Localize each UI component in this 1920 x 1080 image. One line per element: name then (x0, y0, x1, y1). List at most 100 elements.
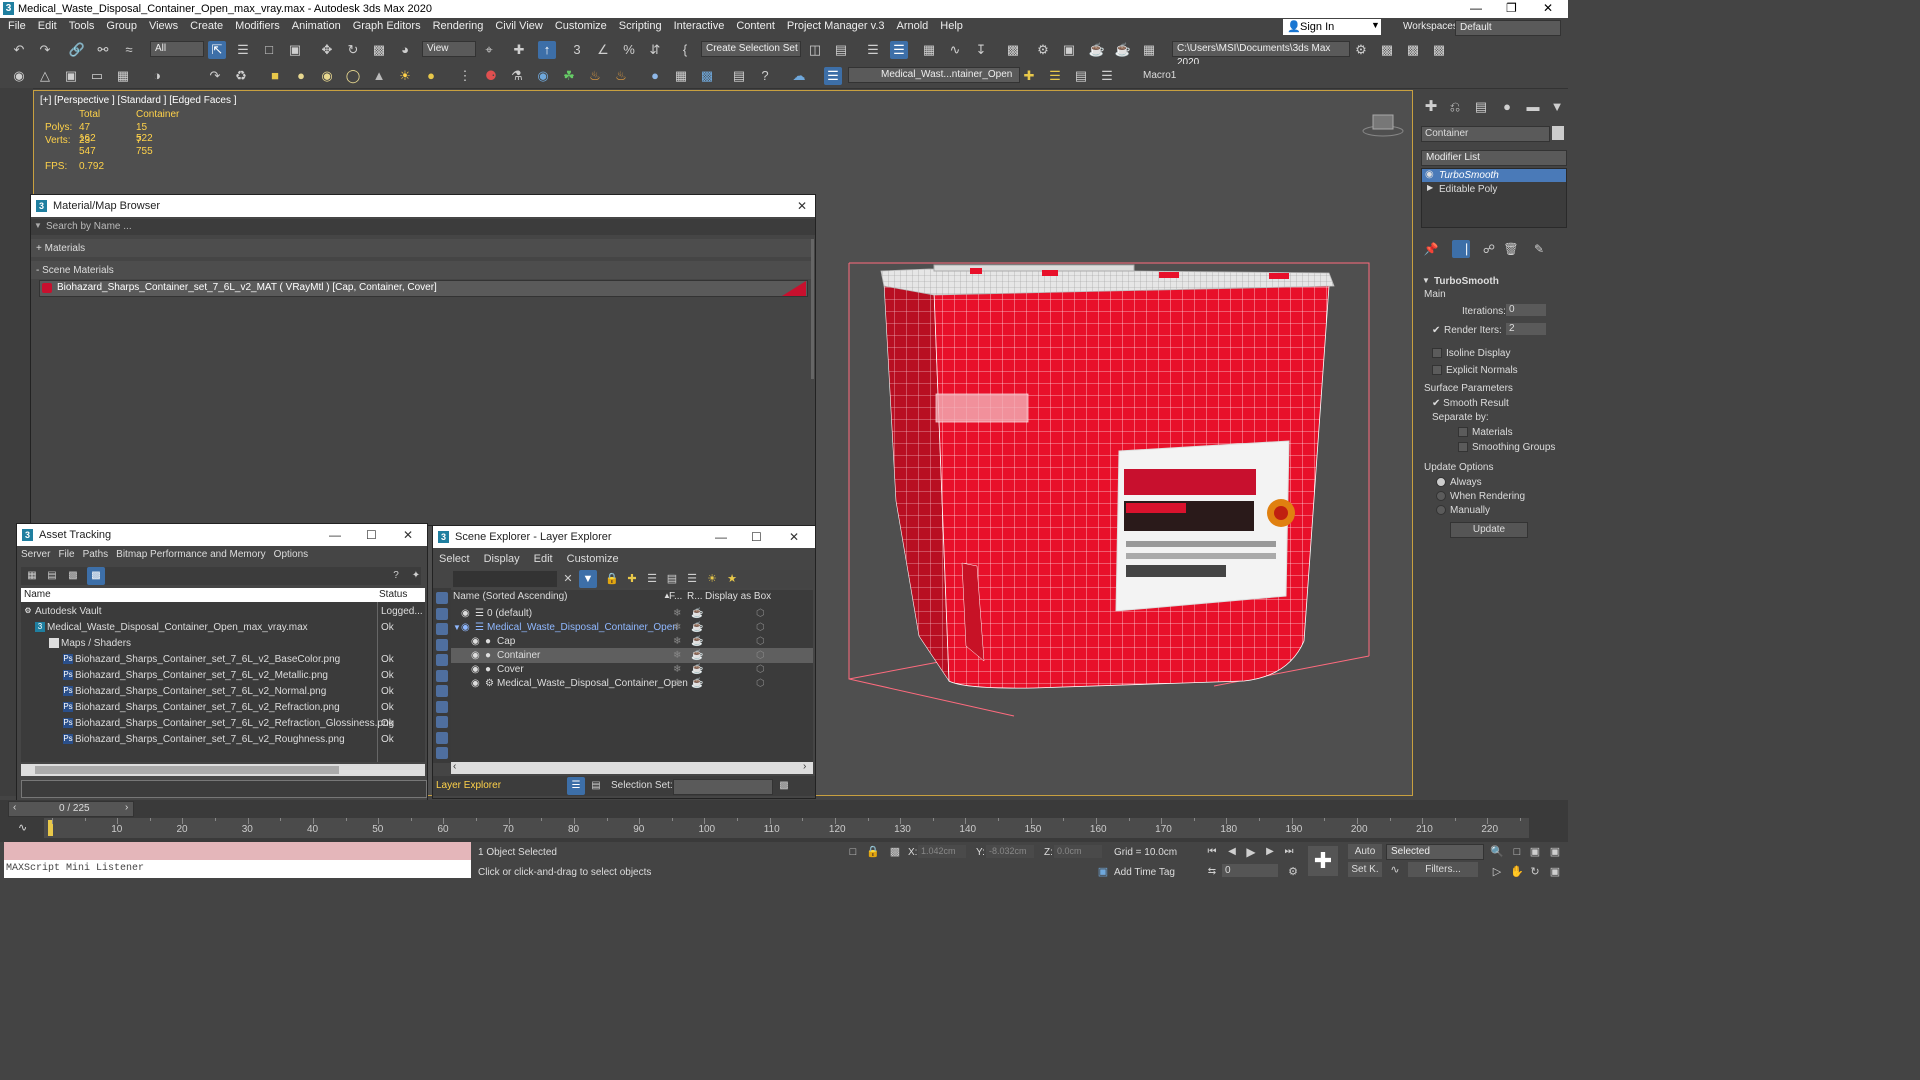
isoline-display-checkbox[interactable]: Isoline Display (1432, 348, 1510, 359)
explorer-mode-label[interactable]: Layer Explorer (436, 780, 501, 791)
render-setup-icon[interactable]: ⚙ (1034, 41, 1052, 59)
rollout-title[interactable]: TurboSmooth (1434, 276, 1499, 287)
material-browser-scrollbar[interactable] (811, 239, 814, 379)
zoom-extents-icon[interactable]: ▣ (1526, 843, 1544, 861)
freeze-icon[interactable]: ❄ (673, 662, 681, 677)
asset-menu-item[interactable]: Options (274, 549, 308, 560)
maximize-icon[interactable]: ☐ (366, 524, 377, 546)
table-row[interactable]: 3 Medical_Waste_Disposal_Container_Open_m… (21, 620, 425, 635)
ribbon-icon[interactable]: ▦ (920, 41, 938, 59)
snaps-toggle-icon[interactable]: 3 (568, 41, 586, 59)
asset-hscrollbar[interactable] (21, 764, 425, 776)
pin-icon[interactable]: ✦ (407, 567, 425, 585)
explorer-menu-item[interactable]: Select (439, 553, 470, 565)
zoom-all-icon[interactable]: □ (1508, 843, 1526, 861)
sun-icon[interactable]: ★ (723, 570, 741, 588)
modifier-stack-item-turbosmooth[interactable]: ◉ TurboSmooth (1422, 169, 1566, 182)
layers-toggle-icon[interactable]: ☰ (824, 67, 842, 85)
object-color-swatch[interactable] (1552, 126, 1564, 140)
modifier-stack-item-editable-poly[interactable]: ▶ Editable Poly (1422, 183, 1566, 196)
refresh-icon[interactable]: ▦ (23, 567, 41, 585)
visibility-icon[interactable]: ◉ (10, 67, 28, 85)
reference-coordinate-dropdown[interactable]: View (422, 41, 476, 57)
maxscript-listener[interactable]: MAXScript Mini Listener (4, 860, 471, 878)
display-helpers-icon[interactable] (436, 669, 448, 682)
quick-render-icon[interactable]: ▩ (1378, 41, 1396, 59)
schematic-view-icon[interactable]: ↧ (972, 41, 990, 59)
shapes-icon[interactable]: △ (36, 67, 54, 85)
render-iters-spinner[interactable]: 2 (1506, 323, 1546, 335)
menu-item[interactable]: Modifiers (229, 18, 286, 32)
isolate-selection-icon[interactable]: □ (844, 843, 862, 861)
rectangular-selection-icon[interactable]: □ (260, 41, 278, 59)
spinner-snap-icon[interactable]: ⇵ (646, 41, 664, 59)
cube-icon[interactable]: ■ (266, 67, 284, 85)
help-icon[interactable]: ? (387, 567, 405, 585)
filter-icon[interactable]: ▼ (579, 570, 597, 588)
scene-materials-group-header[interactable]: - Scene Materials (31, 261, 813, 279)
hair-icon[interactable]: ♨ (612, 67, 630, 85)
move-icon[interactable]: ✥ (318, 41, 336, 59)
current-frame-field[interactable]: 0 (1222, 864, 1278, 877)
tree-row[interactable]: ▼ ◉ ☰ Medical_Waste_Disposal_Container_Open… (451, 620, 813, 635)
explorer-selection-set-dropdown[interactable] (673, 779, 773, 795)
add-time-tag-label[interactable]: Add Time Tag (1114, 867, 1175, 878)
table-row[interactable]: Ps Biohazard_Sharps_Container_set_7_6L_v2… (21, 668, 425, 683)
menu-item[interactable]: Customize (549, 18, 613, 32)
auto-key-button[interactable]: Auto (1348, 844, 1382, 859)
zoom-icon[interactable]: 🔍 (1488, 843, 1506, 861)
display-as-box-icon[interactable]: ⬡ (756, 620, 765, 635)
zoom-extents-all-icon[interactable]: ▣ (1546, 843, 1564, 861)
render-frame-icon[interactable]: ▩ (1404, 41, 1422, 59)
sphere-icon[interactable]: ● (292, 67, 310, 85)
menu-item[interactable]: Animation (286, 18, 347, 32)
previous-frame-icon[interactable]: ◀ (1223, 843, 1241, 861)
menu-item[interactable]: Scripting (613, 18, 668, 32)
freeze-icon[interactable]: ❄ (673, 676, 681, 691)
set-current-layer-icon[interactable]: ☰ (1098, 67, 1116, 85)
update-manually-radio[interactable]: Manually (1436, 505, 1490, 516)
scene-state-icon[interactable]: ☁ (790, 67, 808, 85)
scene-explorer-icon[interactable]: ☰ (864, 41, 882, 59)
scene-material-item[interactable]: Biohazard_Sharps_Container_set_7_6L_v2_M… (39, 280, 808, 297)
visibility-eye-icon[interactable]: ◉ (461, 620, 470, 635)
box-icon[interactable]: ▣ (62, 67, 80, 85)
render-in-cloud-icon[interactable]: ▦ (1140, 41, 1158, 59)
bind-space-warp-icon[interactable]: ≈ (120, 41, 138, 59)
visibility-eye-icon[interactable]: ◉ (471, 634, 480, 649)
globe-icon[interactable]: ◉ (534, 67, 552, 85)
scene-explorer-search[interactable] (453, 571, 557, 587)
close-icon[interactable]: ✕ (1543, 1, 1553, 15)
visibility-eye-icon[interactable]: ◉ (471, 676, 480, 691)
vray-sphere-icon[interactable]: ● (646, 67, 664, 85)
menu-item[interactable]: Civil View (489, 18, 548, 32)
key-tangent-icon[interactable]: ∿ (1386, 861, 1404, 879)
chevron-left-icon[interactable]: ‹ (453, 761, 456, 772)
workspace-dropdown[interactable]: Default (1455, 20, 1561, 36)
sign-in-button[interactable]: 👤 Sign In ▼ (1283, 19, 1381, 35)
restore-icon[interactable]: ❐ (1506, 1, 1517, 15)
tree-row[interactable]: ◉ ⚙ Medical_Waste_Disposal_Container_Open ❄… (451, 676, 813, 691)
help-icon[interactable]: ? (756, 67, 774, 85)
mirror-icon[interactable]: ◫ (806, 41, 824, 59)
select-by-name-icon[interactable]: ☰ (234, 41, 252, 59)
vray-camera-icon[interactable]: ▩ (698, 67, 716, 85)
minimize-icon[interactable]: — (329, 524, 341, 546)
explorer-menu-item[interactable]: Edit (534, 553, 553, 565)
set-key-big-button[interactable]: ✚ (1308, 846, 1338, 876)
menu-item[interactable]: Interactive (668, 18, 731, 32)
column-header-name[interactable]: Name (24, 589, 51, 600)
display-spacewarps-icon[interactable] (436, 685, 448, 697)
maxscript-listener-pink[interactable] (4, 842, 471, 860)
separate-smoothing-groups-checkbox[interactable]: Smoothing Groups (1458, 442, 1555, 453)
make-unique-icon[interactable]: ☍ (1480, 240, 1498, 258)
tree-row[interactable]: ◉ ☰ 0 (default) ❄ ☕ ⬡ (451, 606, 813, 621)
pan-icon[interactable]: ✋ (1508, 863, 1526, 881)
column-header-name[interactable]: Name (Sorted Ascending) (453, 591, 568, 602)
light-icon[interactable]: ☀ (396, 67, 414, 85)
chevron-right-icon[interactable]: › (125, 802, 128, 813)
tree-row[interactable]: ◉ ● Container ❄ ☕ ⬡ (451, 648, 813, 663)
align-icon[interactable]: ▤ (832, 41, 850, 59)
visibility-eye-icon[interactable]: ◉ (461, 606, 470, 621)
utilities-tab-icon[interactable]: ▼ (1548, 98, 1566, 116)
